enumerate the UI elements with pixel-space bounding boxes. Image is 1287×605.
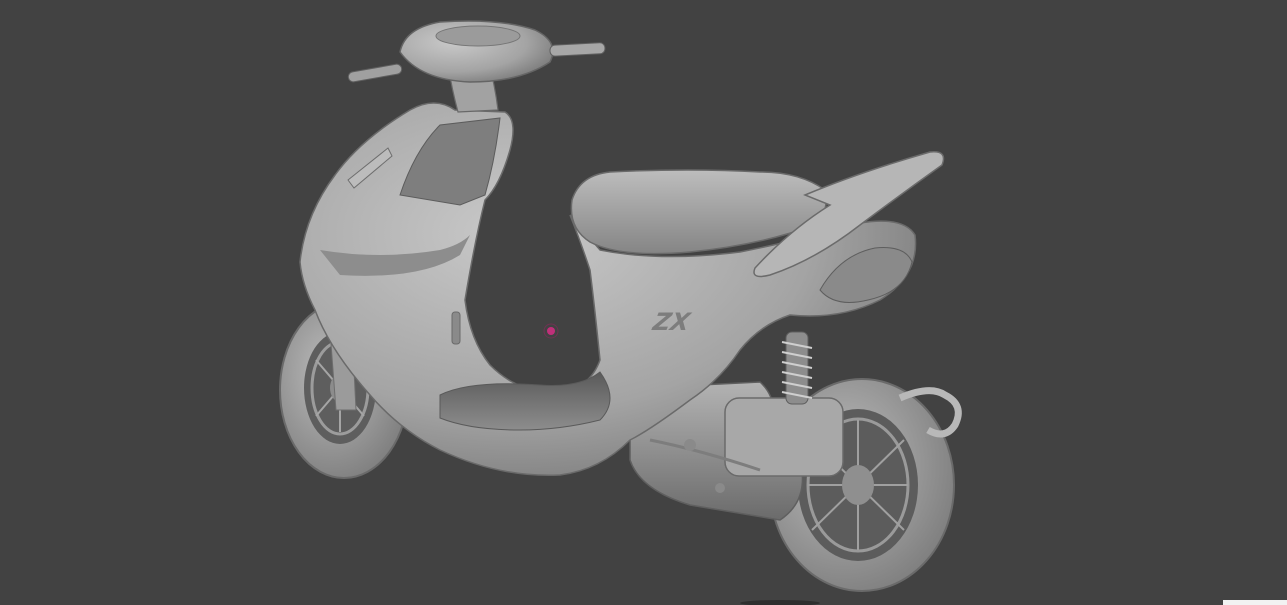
side-reflector bbox=[451, 311, 461, 345]
3d-viewport[interactable]: ZX bbox=[0, 0, 1287, 605]
zx-badge: ZX bbox=[650, 307, 694, 336]
right-grip bbox=[549, 42, 606, 57]
ground-shadow bbox=[740, 600, 820, 605]
pivot-point-icon[interactable] bbox=[547, 327, 555, 335]
speedometer-housing bbox=[435, 25, 521, 47]
left-grip bbox=[347, 63, 403, 83]
scooter-model[interactable]: ZX bbox=[0, 0, 1287, 605]
rear-shock bbox=[781, 331, 813, 405]
corner-marker bbox=[1223, 600, 1287, 605]
